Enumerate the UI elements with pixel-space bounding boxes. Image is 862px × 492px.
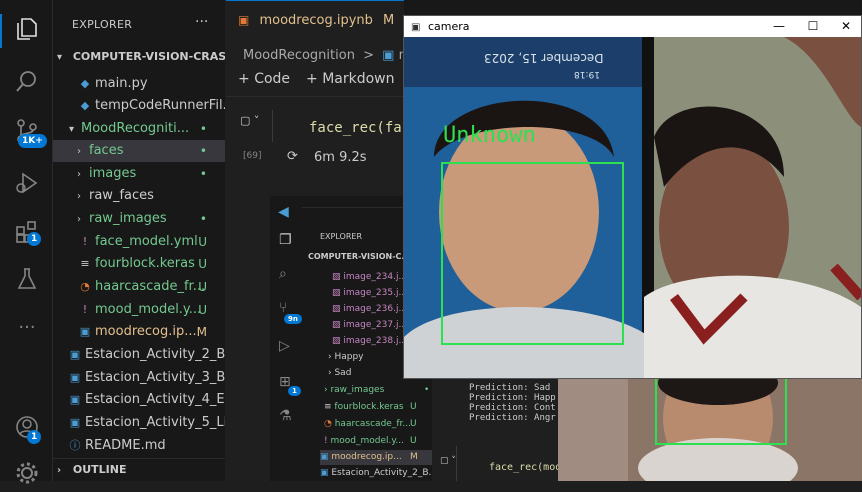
code-cell[interactable]: face_rec(mod — [456, 446, 558, 481]
image-icon: ▧ — [332, 304, 344, 314]
file-icon: ≡ — [324, 402, 335, 412]
maximize-button[interactable]: ☐ — [796, 16, 830, 37]
list-item[interactable]: ≡ fourblock.keras U — [324, 400, 432, 415]
explorer-sidebar: EXPLORER ··· ▾ COMPUTER-VISION-CRAS... ›… — [53, 0, 225, 481]
face-label: Unknown — [443, 123, 536, 148]
workspace-root[interactable]: ▾ COMPUTER-VISION-CRAS... — [53, 46, 225, 68]
camera-title-bar[interactable]: ▣ camera — ☐ ✕ — [404, 16, 861, 37]
list-item[interactable]: ▣ moodrecog.ip... M — [320, 450, 432, 465]
inner-camera-view — [558, 378, 862, 481]
add-code-cell-button[interactable]: + Code — [238, 71, 290, 87]
phone-time: 19:18 — [574, 69, 600, 79]
more-icon[interactable]: ··· — [14, 315, 40, 341]
inner-explorer-title: EXPLORER — [320, 232, 362, 241]
list-item[interactable]: ! mood_model.y... U — [324, 434, 432, 449]
breadcrumb[interactable]: MoodRecognition > ▣ mo — [243, 48, 419, 63]
explorer-title: EXPLORER — [72, 18, 133, 31]
refresh-icon: ⟳ — [287, 149, 298, 164]
list-item[interactable]: ▧ image_236.j... — [332, 302, 407, 317]
image-icon: ▧ — [332, 288, 344, 298]
rss-icon: ◔ — [324, 419, 335, 429]
cell-run-icon[interactable]: ▢ ˅ — [440, 456, 456, 466]
image-icon: ▧ — [332, 272, 344, 282]
list-item[interactable]: ▧ image_238.j... — [332, 334, 407, 349]
list-item[interactable]: › Sad — [328, 366, 351, 381]
window-app-icon: ▣ — [411, 22, 421, 33]
source-control-badge: 1K+ — [18, 134, 47, 148]
code-cell[interactable]: face_rec(fac — [272, 110, 410, 142]
testing-flask-icon[interactable]: ⚗ — [279, 408, 292, 424]
divider — [226, 96, 404, 97]
camera-feed: Unknown December 15, 2023 19:18 — [404, 37, 861, 378]
list-item[interactable]: › Happy — [328, 350, 364, 365]
search-icon[interactable] — [14, 68, 40, 94]
activity-bar: 1K+ 1 ··· 1 — [0, 0, 53, 484]
plus-icon: + — [306, 71, 318, 87]
add-markdown-cell-button[interactable]: + Markdown — [306, 71, 394, 87]
list-item[interactable]: ▣ Estacion_Activity_2_B... — [320, 466, 432, 481]
close-button[interactable]: ✕ — [829, 16, 861, 37]
camera-frame-image — [558, 378, 862, 481]
explorer-icon[interactable] — [14, 16, 40, 42]
inner-workspace-root[interactable]: COMPUTER-VISION-C... — [308, 252, 411, 261]
outline-section[interactable]: › OUTLINE — [53, 458, 225, 481]
cell-output: Prediction: Sad Prediction: Happ Predict… — [469, 383, 556, 423]
cell-execution-time: 6m 9.2s — [314, 150, 367, 165]
window-title: camera — [427, 20, 470, 33]
account-badge: 1 — [27, 430, 42, 444]
code-line: face_rec(fac — [309, 120, 411, 136]
run-debug-icon[interactable] — [14, 170, 40, 196]
minimize-button[interactable]: — — [762, 16, 796, 37]
explorer-more-button[interactable]: ··· — [195, 14, 208, 30]
run-debug-icon[interactable]: ▷ — [279, 338, 290, 354]
list-item[interactable]: ▧ image_237.j... — [332, 318, 407, 333]
inner-ext-badge: 1 — [288, 386, 301, 396]
search-icon[interactable]: ⌕ — [279, 266, 287, 282]
list-item[interactable]: › raw_images • — [324, 383, 429, 398]
cell-run-icon[interactable]: ▢ ˅ — [240, 114, 259, 127]
inner-sc-badge: 9n — [284, 314, 302, 324]
settings-gear-icon[interactable] — [14, 460, 40, 486]
image-icon: ▧ — [332, 320, 344, 330]
vscode-logo-icon: ◀ — [278, 204, 289, 220]
list-item[interactable]: ◔ haarcascade_fr... U — [324, 417, 432, 432]
explorer-icon[interactable]: ❐ — [279, 232, 292, 248]
testing-flask-icon[interactable] — [14, 266, 40, 292]
camera-window: ▣ camera — ☐ ✕ Unknown December 15, 2023… — [403, 15, 862, 379]
notebook-icon: ▣ — [320, 468, 332, 478]
phone-date: December 15, 2023 — [484, 51, 604, 65]
notebook-icon: ▣ — [320, 452, 332, 462]
notebook-icon: ▣ — [382, 48, 395, 63]
inner-editor: Prediction: Sad Prediction: Happ Predict… — [432, 378, 558, 481]
list-item[interactable]: ▧ image_235.j... — [332, 286, 407, 301]
list-item[interactable]: ▧ image_234.j... — [332, 270, 407, 285]
chevron-right-icon: › — [57, 465, 62, 476]
image-icon: ▧ — [332, 336, 344, 346]
camera-frame-image — [404, 37, 861, 378]
tab-moodrecog[interactable]: ▣ moodrecog.ipynb M — [226, 0, 404, 39]
plus-icon: + — [238, 71, 250, 87]
exec-count: [69] — [243, 151, 262, 161]
active-indicator — [0, 14, 2, 48]
inner-activity-bar: ◀ ❐ ⌕ ⑂ 9n ▷ ⊞ 1 ⚗ — [270, 196, 302, 481]
chevron-down-icon: ▾ — [57, 52, 63, 63]
notebook-icon: ▣ — [238, 13, 250, 27]
